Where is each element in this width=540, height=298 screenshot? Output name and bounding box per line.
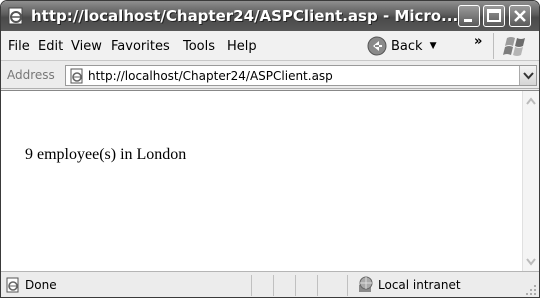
address-bar: Address http://localhost/Chapter24/ASPCl… bbox=[1, 62, 539, 89]
zone-label: Local intranet bbox=[378, 278, 461, 292]
scroll-down-icon[interactable] bbox=[523, 253, 539, 270]
employee-count-text: 9 employee(s) in London bbox=[25, 146, 187, 163]
ie-page-icon bbox=[70, 68, 83, 84]
minimize-button[interactable] bbox=[458, 5, 480, 27]
menu-edit[interactable]: Edit bbox=[38, 39, 63, 54]
window-title: http://localhost/Chapter24/ASPClient.asp… bbox=[31, 7, 459, 25]
address-field[interactable]: http://localhost/Chapter24/ASPClient.asp bbox=[65, 65, 537, 86]
address-dropdown-button[interactable] bbox=[519, 66, 536, 85]
toolbar-separator bbox=[493, 33, 494, 59]
back-dropdown-icon[interactable]: ▼ bbox=[430, 41, 437, 51]
minimize-icon bbox=[464, 19, 472, 22]
address-label: Address bbox=[7, 68, 55, 82]
menu-file[interactable]: File bbox=[8, 39, 30, 54]
status-divider bbox=[295, 275, 296, 296]
menu-bar: File Edit View Favorites Tools Help Back… bbox=[1, 31, 539, 61]
menu-view[interactable]: View bbox=[71, 39, 102, 54]
toolbar-more-chevron[interactable]: » bbox=[474, 34, 482, 49]
status-divider bbox=[347, 275, 348, 296]
page-content: 9 employee(s) in London bbox=[1, 90, 539, 272]
scroll-up-icon[interactable] bbox=[523, 93, 539, 110]
status-divider bbox=[317, 275, 318, 296]
address-url[interactable]: http://localhost/Chapter24/ASPClient.asp bbox=[88, 69, 333, 83]
windows-flag-icon bbox=[503, 37, 525, 56]
intranet-globe-icon bbox=[359, 276, 373, 292]
menu-help[interactable]: Help bbox=[227, 39, 257, 54]
back-button[interactable]: Back ▼ bbox=[367, 35, 436, 57]
browser-window: http://localhost/Chapter24/ASPClient.asp… bbox=[0, 0, 540, 298]
resize-grip-icon[interactable] bbox=[525, 284, 537, 296]
menu-favorites[interactable]: Favorites bbox=[111, 39, 170, 54]
close-button[interactable] bbox=[509, 5, 531, 27]
status-bar: Done Local intranet bbox=[1, 271, 539, 297]
back-label: Back bbox=[391, 38, 423, 54]
chevron-down-icon bbox=[523, 72, 534, 80]
status-text: Done bbox=[25, 278, 57, 292]
ie-page-icon bbox=[6, 277, 19, 293]
status-divider bbox=[251, 275, 252, 296]
title-bar: http://localhost/Chapter24/ASPClient.asp… bbox=[1, 1, 539, 31]
vertical-scrollbar[interactable] bbox=[522, 91, 539, 272]
ie-page-icon bbox=[8, 7, 23, 25]
menu-tools[interactable]: Tools bbox=[183, 39, 215, 54]
maximize-icon bbox=[487, 9, 501, 22]
maximize-button[interactable] bbox=[483, 5, 505, 27]
status-divider bbox=[273, 275, 274, 296]
back-arrow-icon bbox=[367, 36, 387, 56]
close-icon bbox=[514, 10, 526, 22]
